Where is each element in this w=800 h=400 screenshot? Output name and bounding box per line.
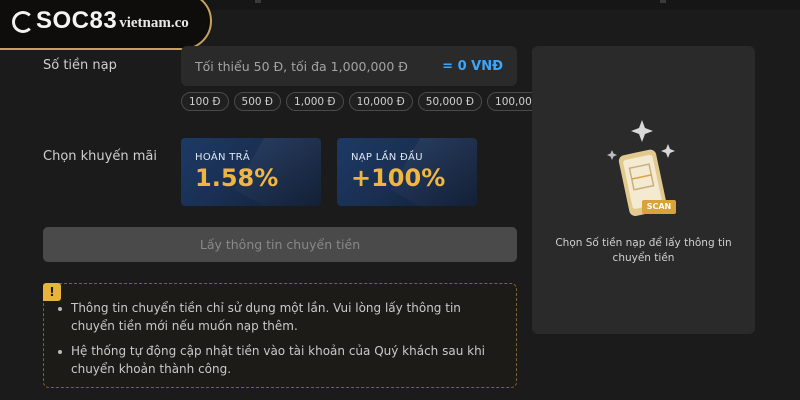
promo-value: 1.58% <box>195 164 279 192</box>
amount-input[interactable]: Tối thiểu 50 Đ, tối đa 1,000,000 Đ = 0 V… <box>181 46 517 86</box>
preset-chip[interactable]: 50,000 Đ <box>417 92 483 111</box>
preset-chip[interactable]: 100 Đ <box>181 92 229 111</box>
notice-box: Thông tin chuyển tiền chỉ sử dụng một lầ… <box>43 283 517 388</box>
promo-label: Chọn khuyến mãi <box>43 149 157 164</box>
panel-message: Chọn Số tiền nạp để lấy thông tin chuyển… <box>555 237 732 264</box>
get-transfer-info-button[interactable]: Lấy thông tin chuyển tiền <box>43 227 517 262</box>
preset-chip[interactable]: 10,000 Đ <box>348 92 413 111</box>
promo-title: NẠP LẦN ĐẦU <box>351 152 423 163</box>
logo-domain: vietnam.co <box>119 14 189 31</box>
notice-item: Thông tin chuyển tiền chỉ sử dụng một lầ… <box>56 299 504 335</box>
promo-value: +100% <box>351 164 446 192</box>
site-logo[interactable]: SOC83 vietnam.co <box>0 0 212 50</box>
logo-brand: SOC83 <box>36 7 118 34</box>
top-bar-mark <box>255 0 261 3</box>
amount-placeholder: Tối thiểu 50 Đ, tối đa 1,000,000 Đ <box>195 58 408 74</box>
warning-icon: ! <box>43 283 61 301</box>
preset-chip[interactable]: 1,000 Đ <box>286 92 344 111</box>
logo-mark-icon <box>12 11 34 33</box>
notice-item: Hệ thống tự động cập nhật tiền vào tài k… <box>56 342 504 378</box>
preset-chip[interactable]: 500 Đ <box>233 92 282 111</box>
amount-converted: = 0 VNĐ <box>442 58 503 74</box>
scan-label: SCAN <box>646 202 672 211</box>
amount-presets: 100 Đ 500 Đ 1,000 Đ 10,000 Đ 50,000 Đ 10… <box>181 92 558 111</box>
qr-panel: SCAN Chọn Số tiền nạp để lấy thông tin c… <box>532 46 755 334</box>
promo-title: HOÀN TRẢ <box>195 152 251 163</box>
top-bar-mark <box>660 0 666 3</box>
promo-card-cashback[interactable]: HOÀN TRẢ 1.58% <box>181 138 321 206</box>
promo-card-first-deposit[interactable]: NẠP LẦN ĐẦU +100% <box>337 138 477 206</box>
amount-label: Số tiền nạp <box>43 58 117 73</box>
